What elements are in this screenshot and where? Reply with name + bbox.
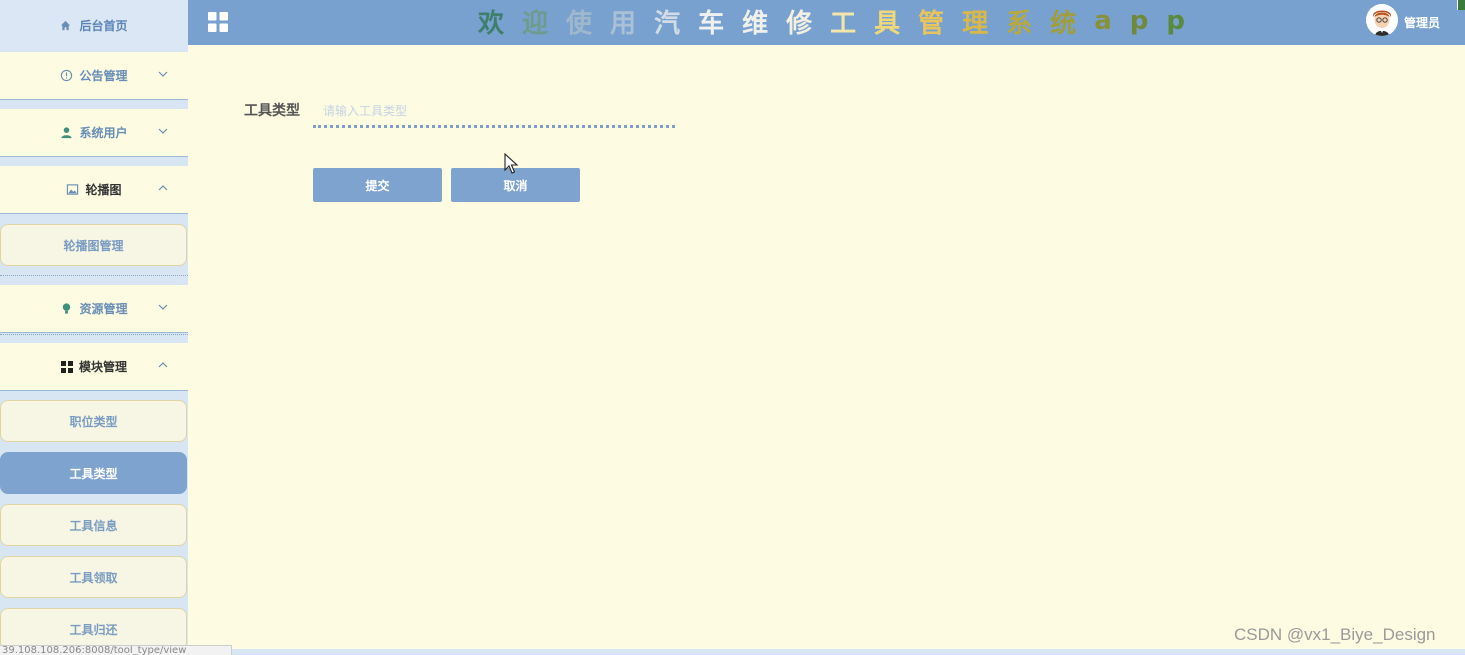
lightbulb-icon	[60, 302, 73, 315]
sidebar-group-label: 轮播图	[85, 183, 122, 197]
title-char: p	[1129, 6, 1167, 36]
sidebar-subitem-label: 工具信息	[69, 518, 118, 533]
sidebar-group-resources[interactable]: 资源管理	[0, 285, 188, 333]
status-bar-url: 39.108.108.206:8008/tool_type/view	[0, 645, 232, 655]
bottom-border	[188, 649, 1465, 655]
sidebar-subitem-label: 职位类型	[69, 414, 118, 429]
sidebar-group-label: 模块管理	[78, 360, 127, 374]
chevron-down-icon	[158, 304, 168, 310]
chevron-up-icon	[158, 362, 168, 368]
submit-button[interactable]: 提交	[313, 168, 442, 202]
info-circle-icon	[60, 69, 73, 82]
sidebar-group-notice[interactable]: 公告管理	[0, 52, 188, 100]
watermark: CSDN @vx1_Biye_Design	[1234, 625, 1436, 644]
sidebar-group-modules[interactable]: 模块管理	[0, 343, 188, 391]
sidebar-group-label: 资源管理	[79, 302, 128, 316]
avatar[interactable]	[1366, 4, 1398, 36]
title-char: 使	[566, 8, 611, 39]
top-header: 欢迎使用汽车维修工具管理系统app 管理员	[188, 0, 1465, 45]
sidebar-group-carousel[interactable]: 轮播图	[0, 166, 188, 214]
title-char: 维	[742, 8, 787, 39]
sidebar-item-label: 后台首页	[79, 18, 128, 33]
app-title: 欢迎使用汽车维修工具管理系统app	[478, 3, 1203, 39]
sidebar-subitem-label: 轮播图管理	[63, 238, 124, 253]
sidebar-subitem-tool-type[interactable]: 工具类型	[0, 452, 187, 494]
tool-type-input[interactable]	[313, 96, 675, 128]
tool-type-label: 工具类型	[244, 103, 300, 119]
sidebar-subitem-carousel-manage[interactable]: 轮播图管理	[0, 224, 187, 266]
sidebar-subitem-label: 工具领取	[69, 570, 118, 585]
sidebar: 后台首页 公告管理 系统用户 轮播图 轮播图管理 资源管理 模块管理 职位类型 …	[0, 0, 188, 655]
title-char: 理	[962, 8, 1007, 39]
title-char: 汽	[654, 8, 699, 39]
mouse-cursor-icon	[504, 153, 518, 174]
title-char: 车	[698, 8, 743, 39]
corner-indicator	[1457, 0, 1465, 10]
divider	[0, 334, 188, 335]
menu-grid-icon[interactable]	[208, 12, 228, 36]
title-char: p	[1166, 6, 1204, 36]
home-icon	[60, 20, 71, 31]
title-char: 管	[918, 8, 963, 39]
divider	[0, 275, 188, 276]
sidebar-group-users[interactable]: 系统用户	[0, 109, 188, 157]
title-char: 工	[830, 8, 875, 39]
sidebar-group-label: 系统用户	[79, 126, 128, 140]
sidebar-subitem-tool-info[interactable]: 工具信息	[0, 504, 187, 546]
chevron-up-icon	[158, 185, 168, 191]
title-char: 欢	[478, 8, 523, 39]
title-char: 系	[1006, 8, 1051, 39]
title-char: a	[1094, 6, 1130, 36]
title-char: 用	[610, 8, 655, 39]
image-icon	[66, 183, 79, 196]
admin-username[interactable]: 管理员	[1404, 14, 1440, 31]
chevron-down-icon	[158, 71, 168, 77]
sidebar-subitem-label: 工具归还	[69, 622, 118, 637]
title-char: 修	[786, 8, 831, 39]
grid-icon	[60, 360, 73, 373]
sidebar-subitem-tool-return[interactable]: 工具归还	[0, 608, 187, 650]
user-icon	[60, 126, 73, 139]
chevron-down-icon	[158, 128, 168, 134]
sidebar-group-label: 公告管理	[79, 69, 128, 83]
sidebar-item-home[interactable]: 后台首页	[0, 0, 188, 50]
title-char: 统	[1050, 8, 1095, 39]
sidebar-subitem-position-type[interactable]: 职位类型	[0, 400, 187, 442]
sidebar-subitem-label: 工具类型	[69, 466, 118, 481]
sidebar-subitem-tool-receive[interactable]: 工具领取	[0, 556, 187, 598]
title-char: 迎	[522, 8, 567, 39]
title-char: 具	[874, 8, 919, 39]
